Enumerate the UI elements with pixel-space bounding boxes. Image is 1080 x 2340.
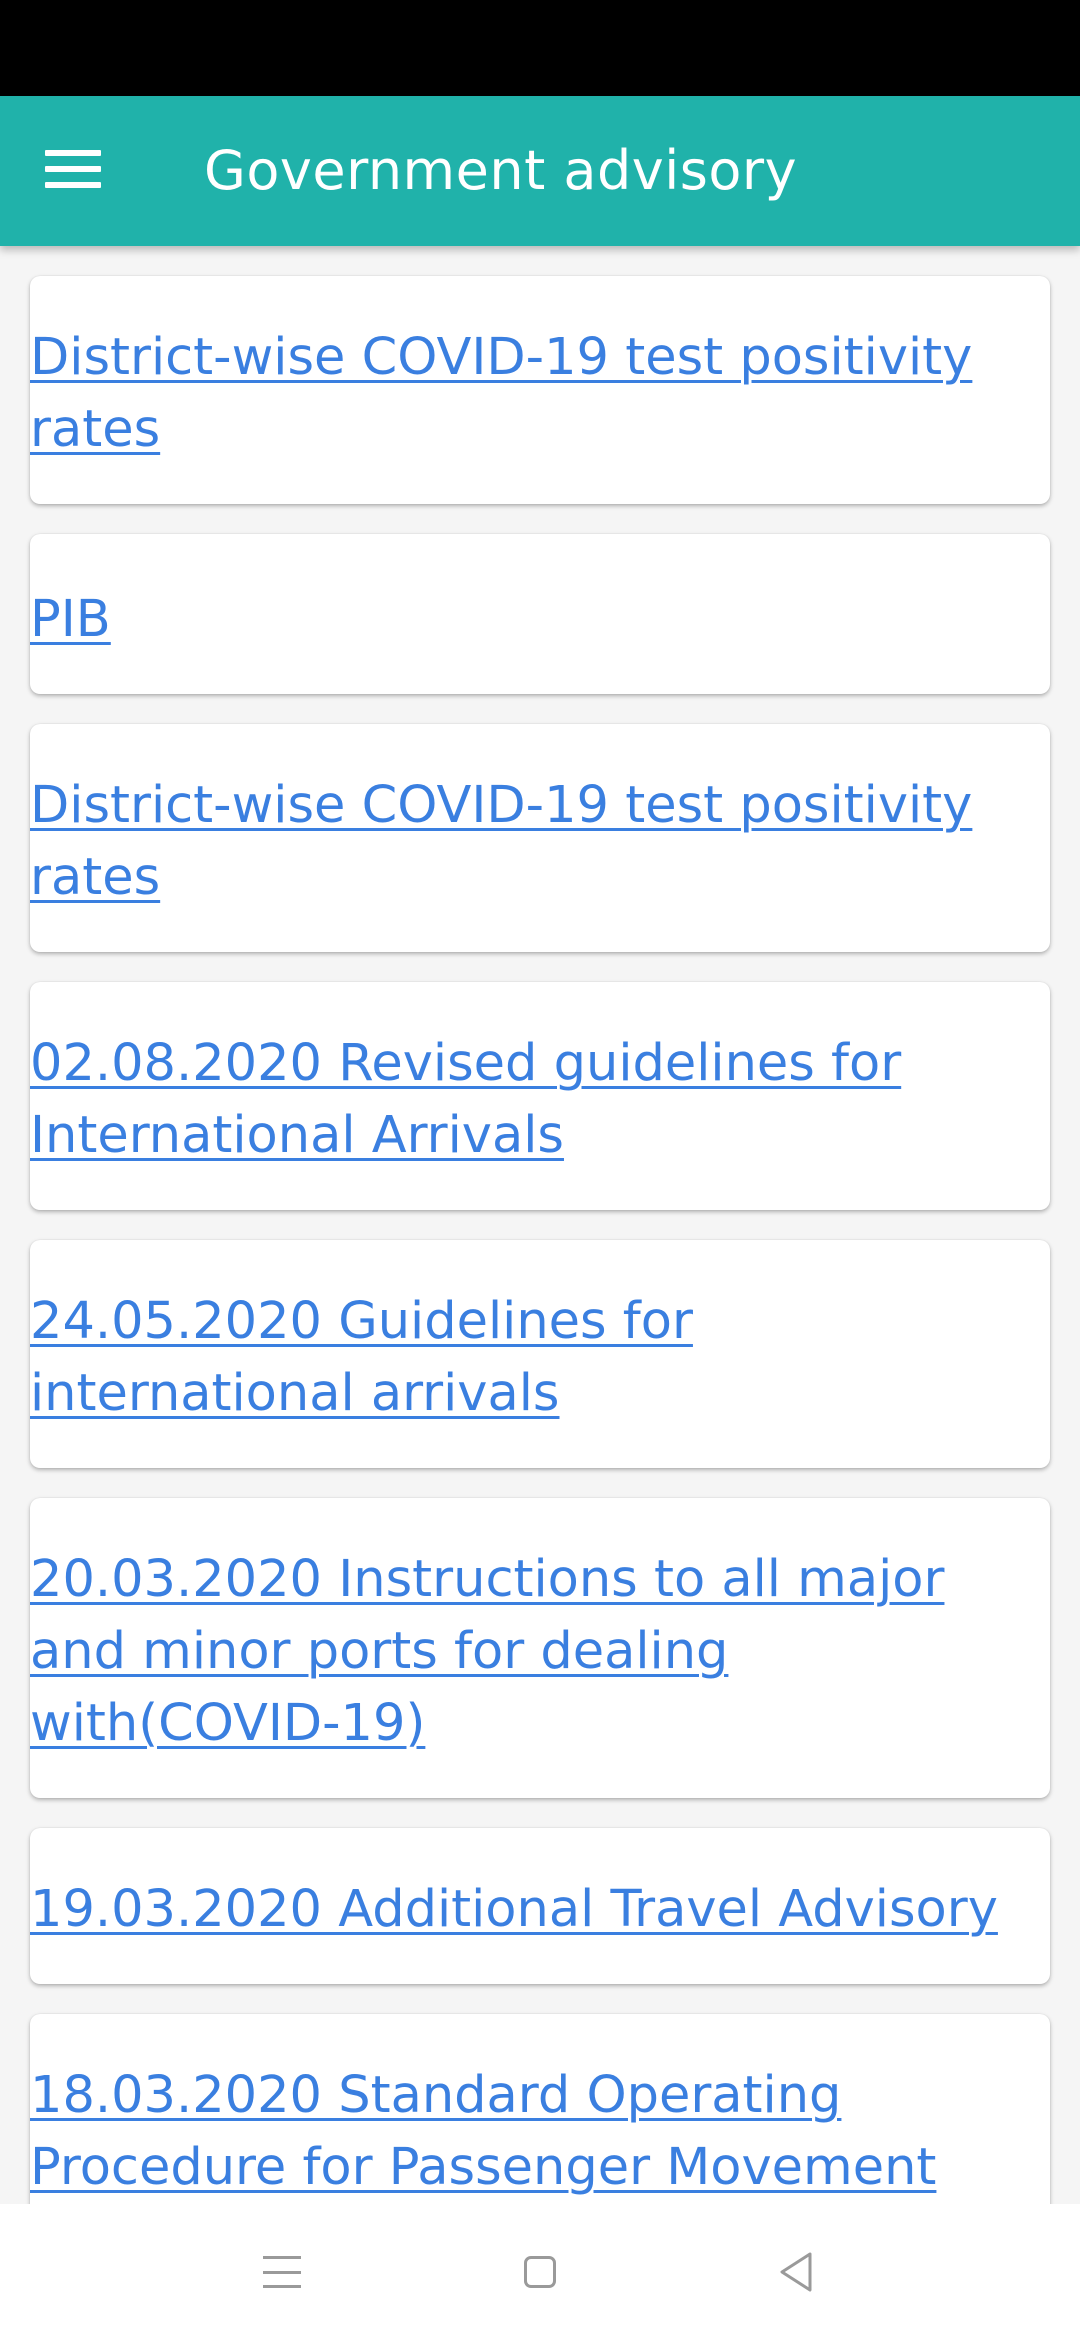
recent-apps-icon bbox=[263, 2256, 301, 2288]
advisory-card[interactable]: 02.08.2020 Revised guidelines for Intern… bbox=[30, 982, 1050, 1210]
back-button[interactable] bbox=[766, 2242, 826, 2302]
advisory-card[interactable]: 19.03.2020 Additional Travel Advisory bbox=[30, 1828, 1050, 1984]
app-bar: Government advisory bbox=[0, 96, 1080, 246]
status-bar bbox=[0, 0, 1080, 96]
advisory-link[interactable]: PIB bbox=[30, 584, 1050, 656]
hamburger-menu-icon bbox=[45, 150, 101, 188]
advisory-card[interactable]: PIB bbox=[30, 534, 1050, 694]
advisory-link[interactable]: 20.03.2020 Instructions to all major and… bbox=[30, 1544, 1050, 1760]
back-icon bbox=[780, 2252, 812, 2292]
advisory-link[interactable]: 18.03.2020 Standard Operating Procedure … bbox=[30, 2060, 1050, 2204]
advisory-link[interactable]: 24.05.2020 Guidelines for international … bbox=[30, 1286, 1050, 1430]
advisory-link[interactable]: District-wise COVID-19 test positivity r… bbox=[30, 322, 1050, 466]
system-navigation-bar bbox=[0, 2204, 1080, 2340]
advisory-card[interactable]: 18.03.2020 Standard Operating Procedure … bbox=[30, 2014, 1050, 2204]
advisory-card[interactable]: District-wise COVID-19 test positivity r… bbox=[30, 724, 1050, 952]
advisory-link[interactable]: 02.08.2020 Revised guidelines for Intern… bbox=[30, 1028, 1050, 1172]
menu-button[interactable] bbox=[26, 122, 120, 216]
home-button[interactable] bbox=[510, 2242, 570, 2302]
advisory-card[interactable]: District-wise COVID-19 test positivity r… bbox=[30, 276, 1050, 504]
advisory-list-container[interactable]: District-wise COVID-19 test positivity r… bbox=[0, 246, 1080, 2204]
advisory-card[interactable]: 20.03.2020 Instructions to all major and… bbox=[30, 1498, 1050, 1798]
advisory-link[interactable]: District-wise COVID-19 test positivity r… bbox=[30, 770, 1050, 914]
advisory-card[interactable]: 24.05.2020 Guidelines for international … bbox=[30, 1240, 1050, 1468]
home-icon bbox=[524, 2256, 556, 2288]
page-title: Government advisory bbox=[204, 139, 798, 202]
advisory-list: District-wise COVID-19 test positivity r… bbox=[30, 276, 1050, 2204]
recent-apps-button[interactable] bbox=[252, 2242, 312, 2302]
advisory-link[interactable]: 19.03.2020 Additional Travel Advisory bbox=[30, 1874, 1050, 1946]
